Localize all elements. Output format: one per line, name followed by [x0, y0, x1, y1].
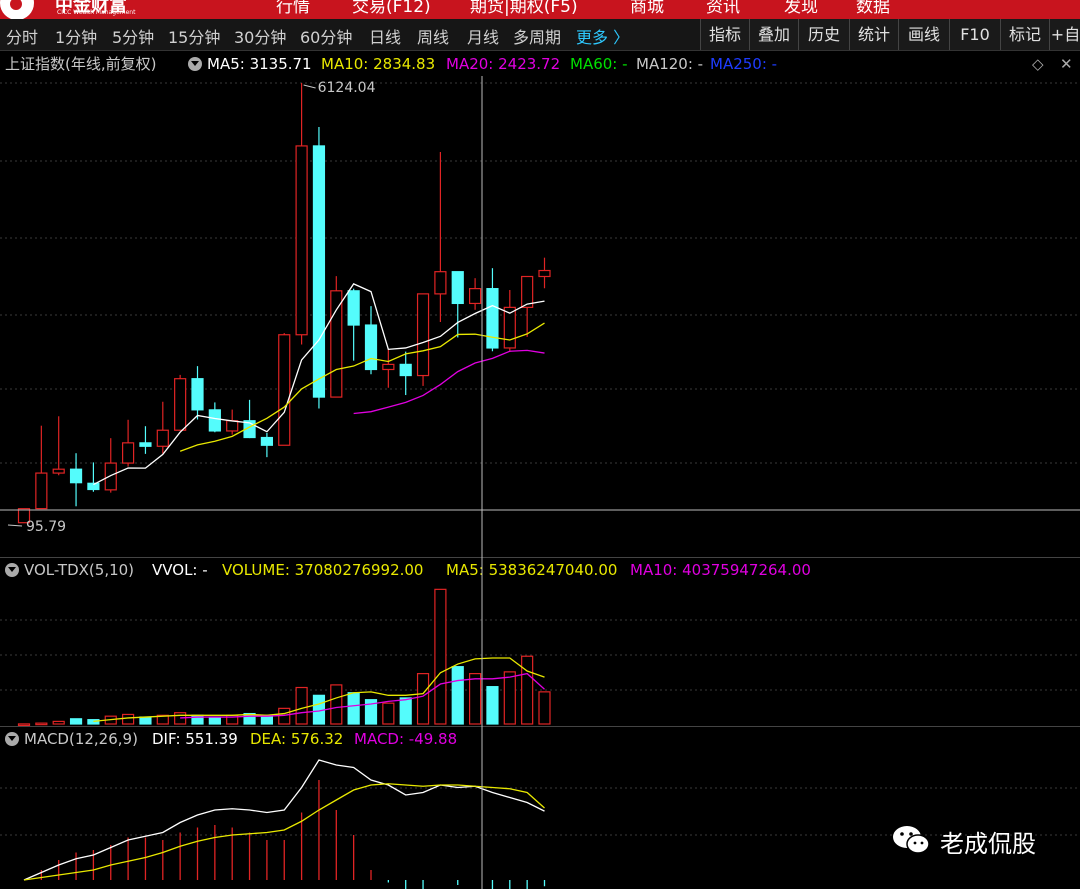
- candle-body: [174, 378, 187, 431]
- high-pointer: [303, 84, 316, 89]
- volume-bar: [52, 720, 65, 725]
- candle-body: [434, 271, 447, 295]
- volume-bar: [295, 686, 308, 725]
- volume-bar: [278, 707, 291, 725]
- candle-body: [69, 468, 83, 484]
- candle-body: [260, 436, 273, 446]
- candle-body: [278, 334, 291, 446]
- kline-chart-svg[interactable]: 6124.04 95.79: [0, 0, 1080, 889]
- volume-bar: [87, 719, 100, 725]
- candle-body: [364, 324, 378, 371]
- candle-body: [52, 468, 65, 474]
- candle-body: [538, 269, 551, 278]
- candle-body: [121, 442, 135, 464]
- volume-bar: [451, 666, 464, 725]
- volume-bar: [469, 673, 482, 725]
- low-pointer: [7, 524, 23, 527]
- candle-body: [451, 271, 464, 305]
- high-price-label: 6124.04: [318, 80, 376, 96]
- volume-bar: [538, 691, 551, 725]
- candle-body: [139, 442, 152, 447]
- volume-bar: [35, 722, 48, 726]
- volume-bar: [69, 718, 83, 725]
- candle-body: [104, 462, 117, 491]
- volume-bar: [121, 713, 135, 725]
- candle-body: [295, 145, 308, 336]
- candle-body: [226, 420, 239, 432]
- candle-body: [35, 472, 48, 510]
- candle-body: [208, 409, 221, 432]
- candle-body: [347, 290, 360, 326]
- volume-bar: [382, 702, 395, 725]
- candle-body: [191, 378, 204, 411]
- candle-body: [416, 293, 430, 377]
- candle-body: [382, 363, 395, 371]
- candle-body: [469, 288, 482, 305]
- volume-bar: [503, 671, 516, 725]
- stock-chart-window: 中金财富 CICC Wealth Management 行情 交易(F12) 期…: [0, 0, 1080, 889]
- volume-bar: [416, 673, 430, 725]
- watermark-text: 老成侃股: [940, 830, 1036, 858]
- volume-bar: [208, 716, 221, 725]
- wechat-icon: [893, 826, 930, 854]
- volume-bar: [521, 655, 534, 725]
- volume-bar: [139, 716, 152, 725]
- candle-body: [399, 363, 412, 377]
- volume-bar: [399, 697, 412, 725]
- candle-body: [330, 290, 343, 398]
- low-price-label: 95.79: [26, 519, 66, 535]
- volume-bar: [486, 686, 499, 725]
- candle-body: [156, 429, 169, 447]
- candle-body: [521, 275, 534, 308]
- candle-body: [486, 288, 499, 349]
- volume-bar: [434, 588, 447, 725]
- volume-bar: [330, 684, 343, 725]
- volume-bar: [347, 692, 360, 725]
- volume-bar: [17, 723, 31, 727]
- candle-body: [312, 145, 326, 398]
